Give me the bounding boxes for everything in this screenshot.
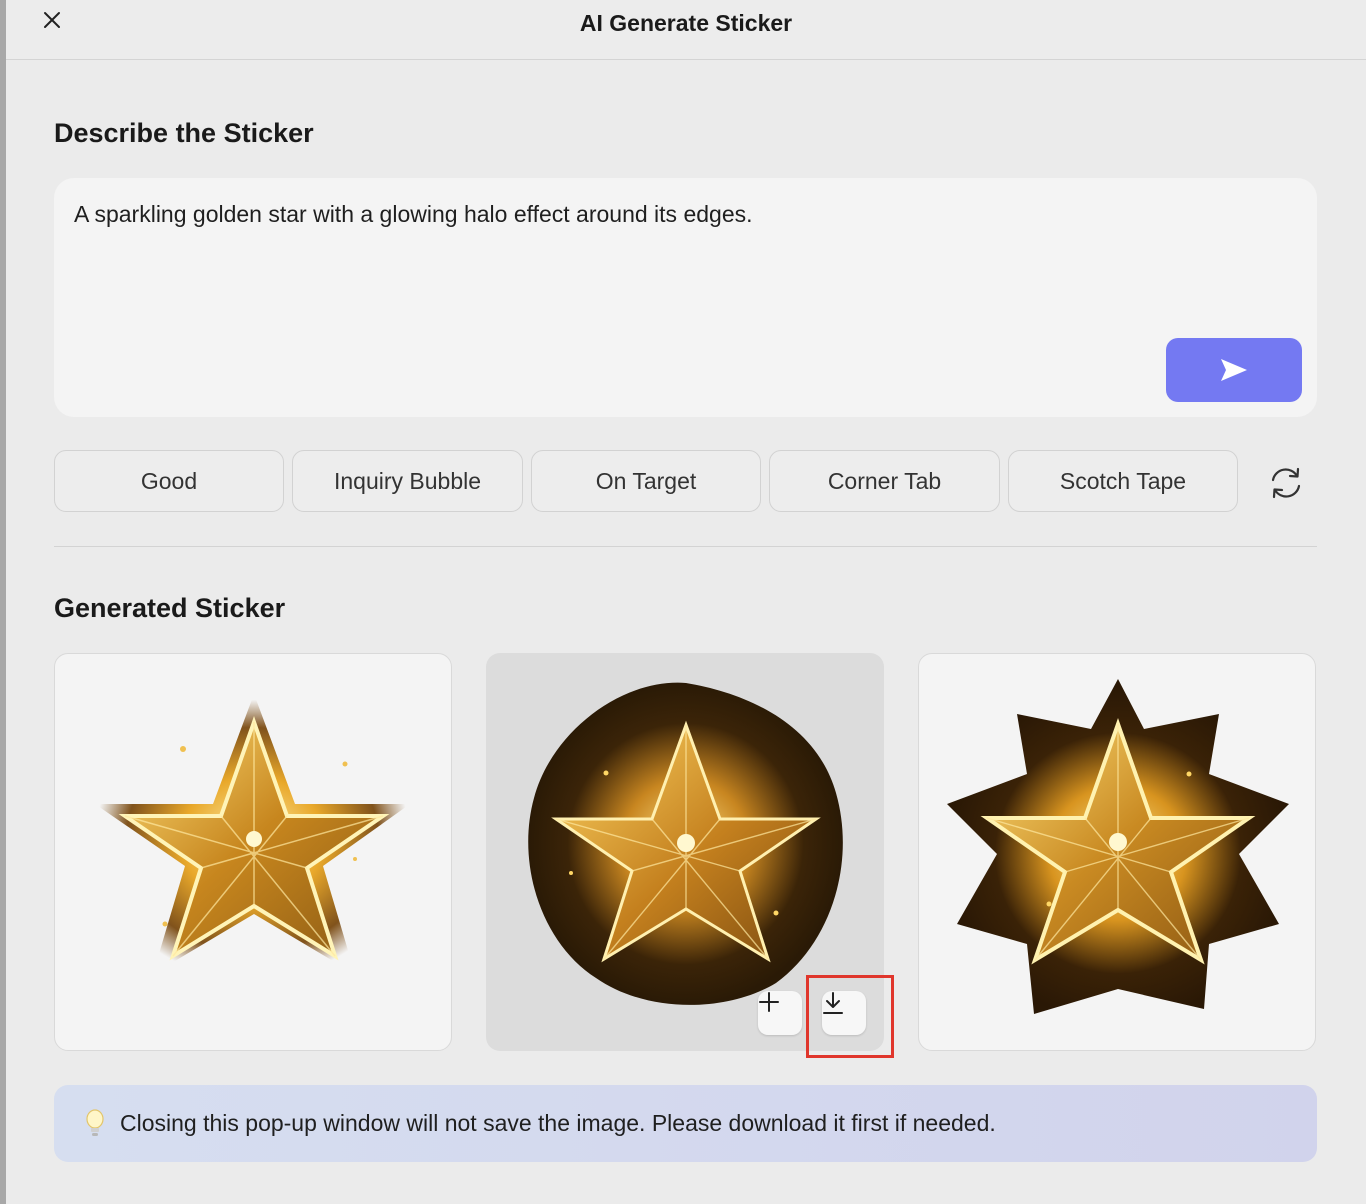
- add-sticker-button[interactable]: [758, 991, 802, 1035]
- suggestion-chip-good[interactable]: Good: [54, 450, 284, 512]
- lightbulb-icon: [86, 1108, 104, 1136]
- describe-heading: Describe the Sticker: [54, 118, 314, 148]
- sticker-card-1[interactable]: [54, 653, 452, 1051]
- sticker-card-3[interactable]: [918, 653, 1316, 1051]
- download-highlight-box: [806, 975, 894, 1058]
- prompt-box: A sparkling golden star with a glowing h…: [54, 178, 1317, 417]
- prompt-input[interactable]: A sparkling golden star with a glowing h…: [74, 200, 1154, 350]
- generated-heading: Generated Sticker: [54, 593, 286, 623]
- plus-icon: [759, 992, 779, 1012]
- golden-star-sticker-image: [947, 679, 1289, 1014]
- suggestion-chip-inquiry-bubble[interactable]: Inquiry Bubble: [292, 450, 523, 512]
- send-button[interactable]: [1166, 338, 1302, 402]
- suggestion-chip-scotch-tape[interactable]: Scotch Tape: [1008, 450, 1238, 512]
- suggestion-chip-corner-tab[interactable]: Corner Tab: [769, 450, 1000, 512]
- dialog-title: AI Generate Sticker: [579, 10, 793, 36]
- dialog-titlebar: AI Generate Sticker: [6, 0, 1366, 60]
- suggestion-chip-on-target[interactable]: On Target: [531, 450, 761, 512]
- save-warning-notice: Closing this pop-up window will not save…: [54, 1085, 1317, 1162]
- refresh-suggestions-button[interactable]: [1264, 461, 1308, 505]
- save-warning-text: Closing this pop-up window will not save…: [120, 1110, 996, 1136]
- section-divider: [54, 546, 1317, 547]
- golden-star-sticker-image: [95, 694, 410, 974]
- refresh-icon: [1271, 467, 1301, 499]
- send-icon: [1221, 359, 1247, 381]
- window-left-edge: [0, 0, 6, 1204]
